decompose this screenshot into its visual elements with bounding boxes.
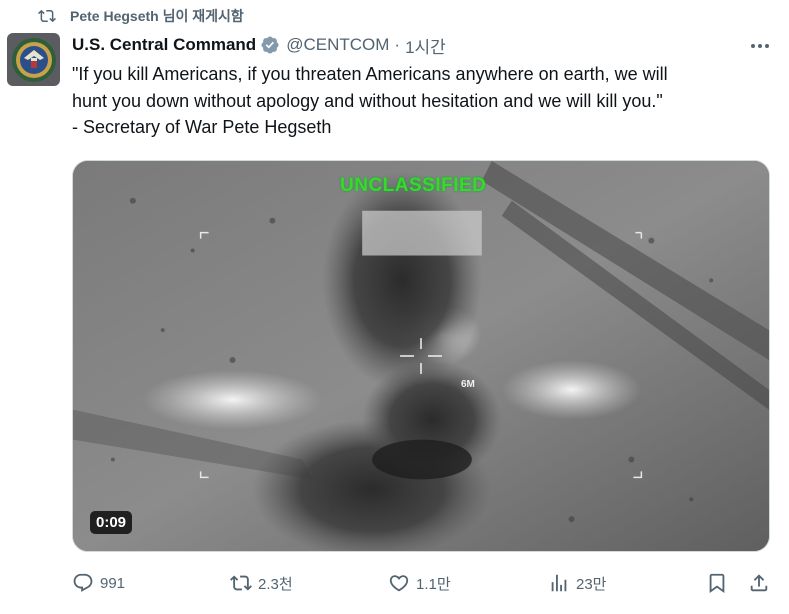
display-name[interactable]: U.S. Central Command	[72, 35, 256, 55]
overlay-range-label: 6M	[461, 379, 475, 390]
more-options-icon[interactable]	[748, 36, 772, 56]
tweet-text: "If you kill Americans, if you threaten …	[72, 61, 772, 141]
repost-icon	[230, 575, 252, 591]
separator-dot: ·	[394, 35, 401, 54]
share-button[interactable]	[748, 570, 770, 596]
avatar[interactable]	[7, 33, 60, 86]
like-button[interactable]: 1.1만	[388, 570, 451, 596]
video-frame	[73, 161, 769, 551]
reply-count: 991	[100, 574, 126, 592]
views-button[interactable]: 23만	[548, 570, 607, 596]
reply-icon	[73, 573, 93, 592]
tweet-text-line: "If you kill Americans, if you threaten …	[72, 64, 668, 84]
timestamp[interactable]: 1시간	[405, 33, 446, 58]
share-icon	[750, 574, 768, 592]
repost-button[interactable]: 2.3천	[230, 570, 293, 596]
video-duration-badge: 0:09	[90, 511, 133, 534]
handle[interactable]: @CENTCOM	[286, 35, 389, 55]
video-player[interactable]: UNCLASSIFIED 6M 0:09	[72, 160, 770, 552]
repost-count: 2.3천	[258, 575, 293, 593]
repost-context[interactable]: Pete Hegseth 님이 재게시함	[38, 6, 244, 26]
bookmark-icon	[709, 573, 725, 594]
like-count: 1.1만	[416, 575, 451, 593]
repost-text: Pete Hegseth 님이 재게시함	[70, 8, 244, 24]
tweet-actions: 991 2.3천 1.1만 23만	[72, 570, 772, 596]
overlay-classification-label: UNCLASSIFIED	[340, 175, 487, 196]
tweet-text-line: hunt you down without apology and withou…	[72, 90, 663, 111]
centcom-seal-icon	[11, 37, 56, 82]
analytics-icon	[551, 574, 567, 592]
heart-icon	[389, 575, 409, 592]
tweet-text-line: - Secretary of War Pete Hegseth	[72, 117, 332, 137]
view-count: 23만	[576, 575, 607, 593]
verified-badge-icon[interactable]	[260, 35, 280, 55]
bookmark-button[interactable]	[706, 570, 728, 596]
tweet-header: U.S. Central Command @CENTCOM · 1시간	[72, 33, 446, 57]
repost-icon	[38, 9, 56, 23]
reply-button[interactable]: 991	[72, 570, 125, 596]
